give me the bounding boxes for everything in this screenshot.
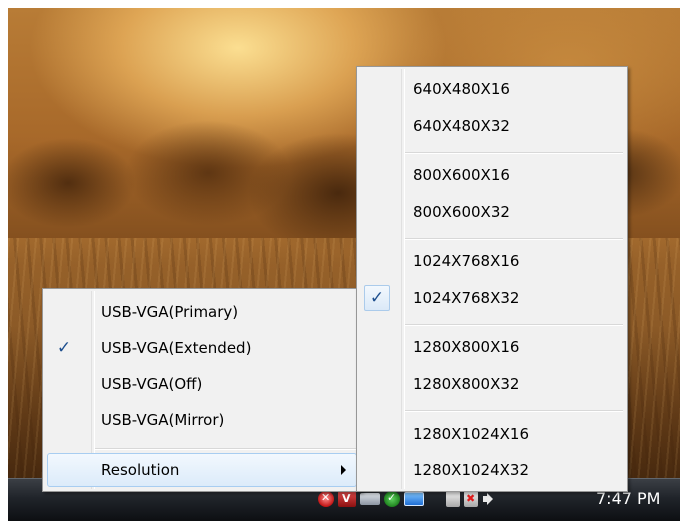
menu-item-640x480x16[interactable]: 640X480X16 [357, 74, 627, 104]
menu-item-label: 1280X1024X16 [413, 425, 529, 443]
menu-item-label: USB-VGA(Mirror) [101, 411, 225, 429]
menu-separator [405, 152, 623, 154]
menu-separator [405, 410, 623, 412]
menu-item-label: USB-VGA(Primary) [101, 303, 239, 321]
resolution-submenu: 640X480X16 640X480X32 800X600X16 800X600… [356, 66, 628, 492]
menu-item-800x600x16[interactable]: 800X600X16 [357, 160, 627, 190]
menu-item-800x600x32[interactable]: 800X600X32 [357, 197, 627, 227]
menu-item-usb-vga-mirror[interactable]: USB-VGA(Mirror) [43, 405, 361, 435]
network-icon[interactable] [446, 491, 460, 507]
menu-item-label: USB-VGA(Extended) [101, 339, 252, 357]
menu-item-usb-vga-extended[interactable]: ✓ USB-VGA(Extended) [43, 333, 361, 363]
checkmark-icon: ✓ [364, 285, 390, 311]
menu-item-640x480x32[interactable]: 640X480X32 [357, 111, 627, 141]
menu-item-label: 1280X800X16 [413, 338, 520, 356]
antivirus-shield-icon[interactable] [318, 491, 334, 507]
menu-item-label: 1280X800X32 [413, 375, 520, 393]
menu-item-label: 640X480X32 [413, 117, 510, 135]
menu-item-usb-vga-off[interactable]: USB-VGA(Off) [43, 369, 361, 399]
menu-item-label: 1024X768X16 [413, 252, 520, 270]
menu-item-resolution[interactable]: Resolution [43, 455, 361, 485]
display-mode-menu: USB-VGA(Primary) ✓ USB-VGA(Extended) USB… [42, 288, 362, 492]
menu-item-1024x768x32[interactable]: ✓ 1024X768X32 [357, 283, 627, 313]
menu-item-usb-vga-primary[interactable]: USB-VGA(Primary) [43, 297, 361, 327]
menu-separator [95, 448, 357, 450]
checkmark-icon: ✓ [56, 338, 72, 358]
menu-item-label: USB-VGA(Off) [101, 375, 203, 393]
menu-item-1024x768x16[interactable]: 1024X768X16 [357, 246, 627, 276]
menu-item-1280x800x16[interactable]: 1280X800X16 [357, 332, 627, 362]
submenu-arrow-icon [341, 465, 346, 475]
vmware-icon[interactable] [338, 491, 356, 507]
menu-item-1280x1024x32[interactable]: 1280X1024X32 [357, 455, 627, 485]
drive-icon[interactable] [360, 493, 380, 505]
menu-item-label: 1280X1024X32 [413, 461, 529, 479]
display-monitor-icon[interactable] [404, 492, 424, 506]
menu-separator [405, 324, 623, 326]
menu-item-label: 640X480X16 [413, 80, 510, 98]
menu-item-label: 800X600X32 [413, 203, 510, 221]
menu-item-1280x800x32[interactable]: 1280X800X32 [357, 369, 627, 399]
menu-separator [405, 238, 623, 240]
menu-item-label: 800X600X16 [413, 166, 510, 184]
security-check-icon[interactable] [384, 491, 400, 507]
menu-item-label: Resolution [101, 461, 180, 479]
menu-item-label: 1024X768X32 [413, 289, 520, 307]
network-disconnected-icon[interactable] [464, 491, 478, 507]
menu-item-1280x1024x16[interactable]: 1280X1024X16 [357, 419, 627, 449]
volume-icon[interactable] [482, 491, 498, 507]
